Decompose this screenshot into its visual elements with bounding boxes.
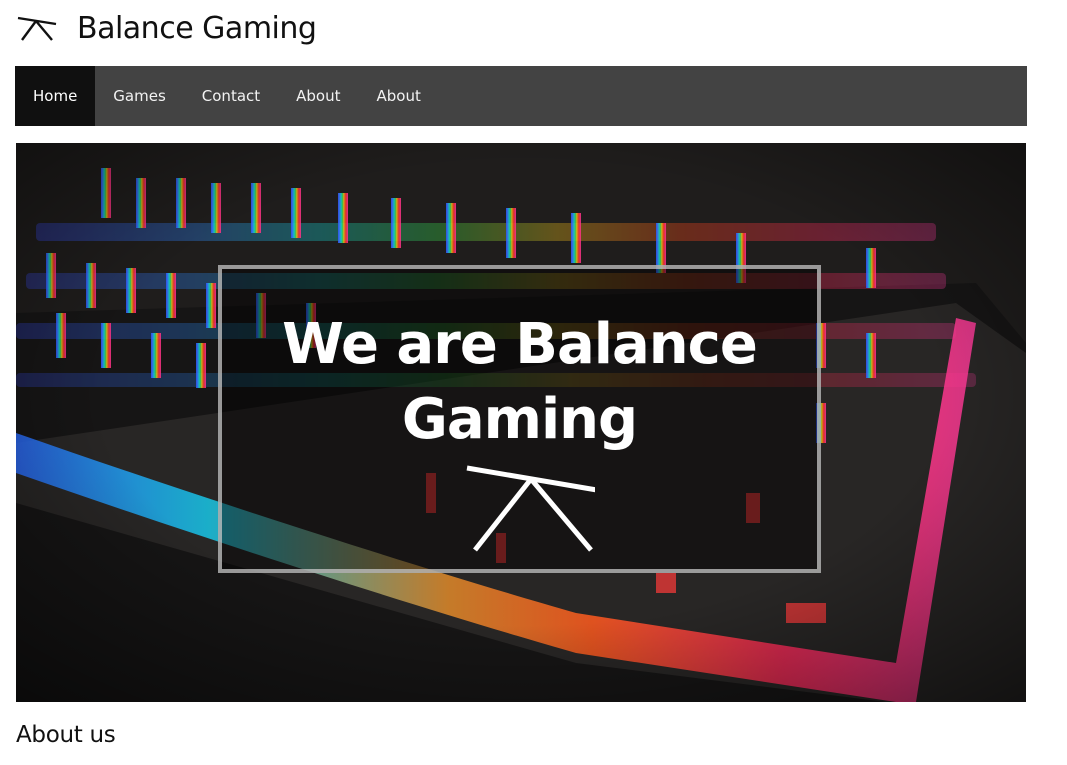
nav-item-home[interactable]: Home [15,66,96,126]
nav-item-contact[interactable]: Contact [184,66,278,126]
hero-title-line-1: We are Balance [282,312,758,377]
hero-title: We are Balance Gaming [222,307,817,457]
balance-scale-icon[interactable] [16,12,58,44]
about-heading: About us [16,722,116,748]
balance-scale-icon [466,465,595,552]
hero-overlay-box: We are Balance Gaming [218,265,821,573]
main-nav: Home Games Contact About About [15,66,1027,126]
nav-item-games[interactable]: Games [95,66,183,126]
hero-title-line-2: Gaming [401,387,638,452]
hero-banner: We are Balance Gaming [16,143,1026,702]
site-header: Balance Gaming [16,6,317,50]
nav-item-about-2[interactable]: About [359,66,439,126]
nav-item-about[interactable]: About [278,66,358,126]
site-title[interactable]: Balance Gaming [77,11,317,46]
